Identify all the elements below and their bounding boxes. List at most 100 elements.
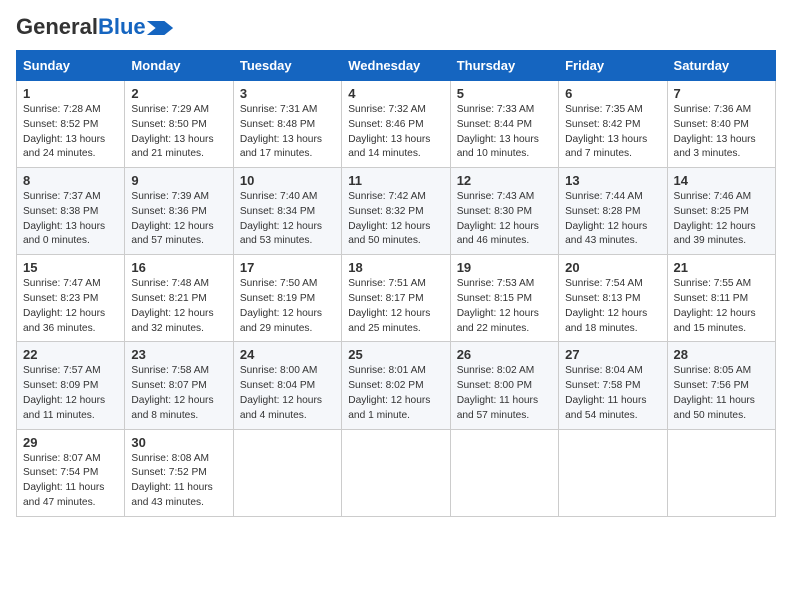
calendar-cell: 7Sunrise: 7:36 AMSunset: 8:40 PMDaylight… bbox=[667, 81, 775, 168]
calendar-cell: 11 Sunrise: 7:42 AMSunset: 8:32 PMDayligh… bbox=[342, 168, 450, 255]
cell-info: Sunrise: 7:33 AMSunset: 8:44 PMDaylight:… bbox=[457, 103, 552, 162]
calendar-cell: 8 Sunrise: 7:37 AMSunset: 8:38 PMDaylight… bbox=[17, 168, 125, 255]
cell-info: Sunrise: 7:28 AMSunset: 8:52 PMDaylight:… bbox=[23, 103, 118, 162]
calendar-cell: 12 Sunrise: 7:43 AMSunset: 8:30 PMDayligh… bbox=[450, 168, 558, 255]
day-number: 29 bbox=[23, 435, 118, 450]
cell-info: Sunrise: 7:40 AMSunset: 8:34 PMDaylight:… bbox=[240, 190, 335, 249]
cell-info: Sunrise: 8:00 AMSunset: 8:04 PMDaylight:… bbox=[240, 364, 335, 423]
calendar-cell: 14Sunrise: 7:46 AMSunset: 8:25 PMDayligh… bbox=[667, 168, 775, 255]
day-number: 6 bbox=[565, 86, 660, 101]
day-header-tuesday: Tuesday bbox=[233, 51, 341, 81]
day-number: 19 bbox=[457, 260, 552, 275]
cell-info: Sunrise: 7:43 AMSunset: 8:30 PMDaylight:… bbox=[457, 190, 552, 249]
day-number: 3 bbox=[240, 86, 335, 101]
calendar-cell: 25 Sunrise: 8:01 AMSunset: 8:02 PMDayligh… bbox=[342, 342, 450, 429]
cell-info: Sunrise: 7:51 AMSunset: 8:17 PMDaylight:… bbox=[348, 277, 443, 336]
cell-info: Sunrise: 8:07 AMSunset: 7:54 PMDaylight:… bbox=[23, 452, 118, 511]
logo-icon bbox=[146, 21, 174, 35]
calendar-cell bbox=[342, 429, 450, 516]
calendar-cell: 10 Sunrise: 7:40 AMSunset: 8:34 PMDayligh… bbox=[233, 168, 341, 255]
day-number: 26 bbox=[457, 347, 552, 362]
calendar-cell: 22 Sunrise: 7:57 AMSunset: 8:09 PMDayligh… bbox=[17, 342, 125, 429]
day-number: 20 bbox=[565, 260, 660, 275]
calendar-week-row: 8 Sunrise: 7:37 AMSunset: 8:38 PMDaylight… bbox=[17, 168, 776, 255]
calendar-cell: 20 Sunrise: 7:54 AMSunset: 8:13 PMDayligh… bbox=[559, 255, 667, 342]
cell-info: Sunrise: 7:42 AMSunset: 8:32 PMDaylight:… bbox=[348, 190, 443, 249]
calendar-week-row: 22 Sunrise: 7:57 AMSunset: 8:09 PMDayligh… bbox=[17, 342, 776, 429]
cell-info: Sunrise: 7:46 AMSunset: 8:25 PMDaylight:… bbox=[674, 190, 769, 249]
calendar-cell: 24 Sunrise: 8:00 AMSunset: 8:04 PMDayligh… bbox=[233, 342, 341, 429]
calendar-cell: 29 Sunrise: 8:07 AMSunset: 7:54 PMDayligh… bbox=[17, 429, 125, 516]
cell-info: Sunrise: 7:39 AMSunset: 8:36 PMDaylight:… bbox=[131, 190, 226, 249]
logo-text: GeneralBlue bbox=[16, 16, 146, 38]
day-number: 28 bbox=[674, 347, 769, 362]
cell-info: Sunrise: 8:08 AMSunset: 7:52 PMDaylight:… bbox=[131, 452, 226, 511]
day-number: 27 bbox=[565, 347, 660, 362]
cell-info: Sunrise: 7:35 AMSunset: 8:42 PMDaylight:… bbox=[565, 103, 660, 162]
calendar-cell: 26 Sunrise: 8:02 AMSunset: 8:00 PMDayligh… bbox=[450, 342, 558, 429]
calendar-cell: 4Sunrise: 7:32 AMSunset: 8:46 PMDaylight… bbox=[342, 81, 450, 168]
day-number: 23 bbox=[131, 347, 226, 362]
day-number: 10 bbox=[240, 173, 335, 188]
calendar-cell: 17 Sunrise: 7:50 AMSunset: 8:19 PMDayligh… bbox=[233, 255, 341, 342]
calendar-cell: 6 Sunrise: 7:35 AMSunset: 8:42 PMDaylight… bbox=[559, 81, 667, 168]
day-number: 24 bbox=[240, 347, 335, 362]
calendar-cell bbox=[233, 429, 341, 516]
cell-info: Sunrise: 8:02 AMSunset: 8:00 PMDaylight:… bbox=[457, 364, 552, 423]
calendar-body: 1 Sunrise: 7:28 AMSunset: 8:52 PMDaylight… bbox=[17, 81, 776, 517]
day-number: 5 bbox=[457, 86, 552, 101]
cell-info: Sunrise: 8:01 AMSunset: 8:02 PMDaylight:… bbox=[348, 364, 443, 423]
calendar-cell: 3 Sunrise: 7:31 AMSunset: 8:48 PMDaylight… bbox=[233, 81, 341, 168]
cell-info: Sunrise: 7:36 AMSunset: 8:40 PMDaylight:… bbox=[674, 103, 769, 162]
cell-info: Sunrise: 8:05 AMSunset: 7:56 PMDaylight:… bbox=[674, 364, 769, 423]
cell-info: Sunrise: 7:29 AMSunset: 8:50 PMDaylight:… bbox=[131, 103, 226, 162]
calendar-week-row: 1 Sunrise: 7:28 AMSunset: 8:52 PMDaylight… bbox=[17, 81, 776, 168]
calendar-cell: 23Sunrise: 7:58 AMSunset: 8:07 PMDayligh… bbox=[125, 342, 233, 429]
day-number: 15 bbox=[23, 260, 118, 275]
day-number: 21 bbox=[674, 260, 769, 275]
day-header-sunday: Sunday bbox=[17, 51, 125, 81]
day-number: 11 bbox=[348, 173, 443, 188]
day-number: 13 bbox=[565, 173, 660, 188]
day-number: 22 bbox=[23, 347, 118, 362]
cell-info: Sunrise: 7:57 AMSunset: 8:09 PMDaylight:… bbox=[23, 364, 118, 423]
calendar-cell bbox=[667, 429, 775, 516]
day-number: 1 bbox=[23, 86, 118, 101]
calendar-cell: 2 Sunrise: 7:29 AMSunset: 8:50 PMDaylight… bbox=[125, 81, 233, 168]
calendar-cell: 16Sunrise: 7:48 AMSunset: 8:21 PMDayligh… bbox=[125, 255, 233, 342]
calendar-cell: 15 Sunrise: 7:47 AMSunset: 8:23 PMDayligh… bbox=[17, 255, 125, 342]
cell-info: Sunrise: 7:37 AMSunset: 8:38 PMDaylight:… bbox=[23, 190, 118, 249]
calendar-header-row: SundayMondayTuesdayWednesdayThursdayFrid… bbox=[17, 51, 776, 81]
logo: GeneralBlue bbox=[16, 16, 174, 38]
cell-info: Sunrise: 7:47 AMSunset: 8:23 PMDaylight:… bbox=[23, 277, 118, 336]
calendar-table: SundayMondayTuesdayWednesdayThursdayFrid… bbox=[16, 50, 776, 517]
calendar-cell: 21 Sunrise: 7:55 AMSunset: 8:11 PMDayligh… bbox=[667, 255, 775, 342]
calendar-cell: 19 Sunrise: 7:53 AMSunset: 8:15 PMDayligh… bbox=[450, 255, 558, 342]
calendar-cell bbox=[559, 429, 667, 516]
cell-info: Sunrise: 7:31 AMSunset: 8:48 PMDaylight:… bbox=[240, 103, 335, 162]
cell-info: Sunrise: 7:53 AMSunset: 8:15 PMDaylight:… bbox=[457, 277, 552, 336]
calendar-cell: 30 Sunrise: 8:08 AMSunset: 7:52 PMDayligh… bbox=[125, 429, 233, 516]
calendar-cell: 1 Sunrise: 7:28 AMSunset: 8:52 PMDaylight… bbox=[17, 81, 125, 168]
day-number: 9 bbox=[131, 173, 226, 188]
day-number: 2 bbox=[131, 86, 226, 101]
day-number: 8 bbox=[23, 173, 118, 188]
day-number: 12 bbox=[457, 173, 552, 188]
day-number: 30 bbox=[131, 435, 226, 450]
calendar-cell: 5 Sunrise: 7:33 AMSunset: 8:44 PMDaylight… bbox=[450, 81, 558, 168]
calendar-cell: 18 Sunrise: 7:51 AMSunset: 8:17 PMDayligh… bbox=[342, 255, 450, 342]
cell-info: Sunrise: 7:55 AMSunset: 8:11 PMDaylight:… bbox=[674, 277, 769, 336]
day-header-saturday: Saturday bbox=[667, 51, 775, 81]
day-number: 18 bbox=[348, 260, 443, 275]
calendar-cell: 27Sunrise: 8:04 AMSunset: 7:58 PMDayligh… bbox=[559, 342, 667, 429]
cell-info: Sunrise: 7:44 AMSunset: 8:28 PMDaylight:… bbox=[565, 190, 660, 249]
cell-info: Sunrise: 7:50 AMSunset: 8:19 PMDaylight:… bbox=[240, 277, 335, 336]
day-number: 25 bbox=[348, 347, 443, 362]
cell-info: Sunrise: 7:54 AMSunset: 8:13 PMDaylight:… bbox=[565, 277, 660, 336]
day-number: 16 bbox=[131, 260, 226, 275]
calendar-week-row: 15 Sunrise: 7:47 AMSunset: 8:23 PMDayligh… bbox=[17, 255, 776, 342]
calendar-cell: 28 Sunrise: 8:05 AMSunset: 7:56 PMDayligh… bbox=[667, 342, 775, 429]
day-number: 17 bbox=[240, 260, 335, 275]
day-header-friday: Friday bbox=[559, 51, 667, 81]
day-header-wednesday: Wednesday bbox=[342, 51, 450, 81]
